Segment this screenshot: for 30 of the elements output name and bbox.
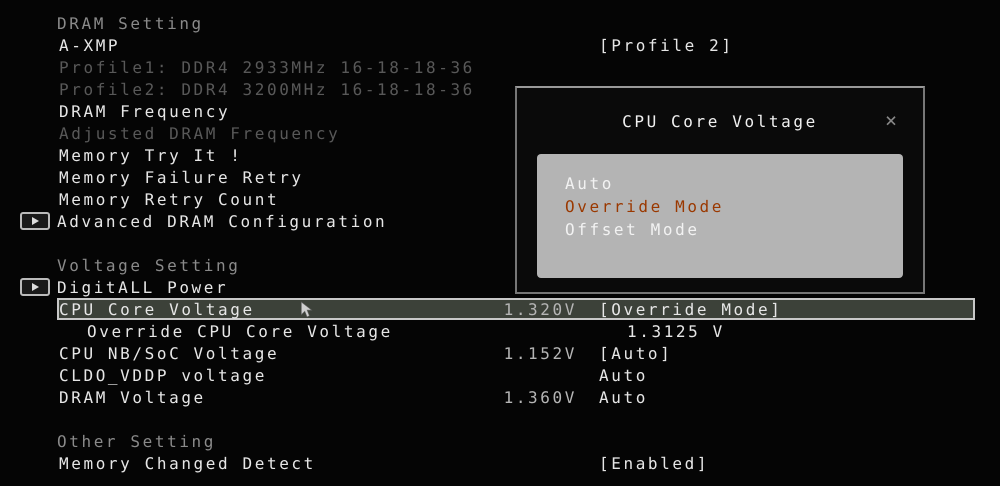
submenu-item[interactable]: DigitALL Power: [57, 278, 228, 296]
section-heading: Voltage Setting: [57, 256, 240, 274]
setting-label[interactable]: CPU Core Voltage: [59, 300, 459, 318]
dialog-title: CPU Core Voltage: [622, 112, 818, 130]
voltage-reading: 1.152V: [504, 344, 577, 362]
setting-label[interactable]: Memory Try It !: [59, 146, 459, 164]
setting-label[interactable]: CPU NB/SoC Voltage: [59, 344, 459, 362]
highlighted-setting-row[interactable]: CPU Core Voltage 1.320V [Override Mode]: [57, 298, 975, 320]
setting-value[interactable]: [Enabled]: [599, 454, 710, 472]
section-heading: Other Setting: [57, 432, 216, 450]
setting-label[interactable]: Memory Changed Detect: [59, 454, 459, 472]
close-button[interactable]: ×: [882, 108, 899, 132]
mouse-pointer-icon: [300, 301, 313, 318]
setting-value[interactable]: [Override Mode]: [599, 300, 782, 318]
voltage-reading: 1.360V: [504, 388, 577, 406]
setting-label[interactable]: A-XMP: [59, 36, 459, 54]
setting-label[interactable]: Memory Failure Retry: [59, 168, 459, 186]
setting-label[interactable]: Memory Retry Count: [59, 190, 459, 208]
setting-label[interactable]: DRAM Voltage: [59, 388, 459, 406]
section-heading: DRAM Setting: [57, 14, 204, 32]
voltage-reading: 1.320V: [504, 300, 577, 318]
submenu-item[interactable]: Advanced DRAM Configuration: [57, 212, 388, 230]
setting-label[interactable]: CLDO_VDDP voltage: [59, 366, 459, 384]
setting-label[interactable]: DRAM Frequency: [59, 102, 459, 120]
setting-value[interactable]: 1.3125 V: [627, 322, 725, 340]
setting-value[interactable]: [Auto]: [599, 344, 672, 362]
setting-value[interactable]: [Profile 2]: [599, 36, 734, 54]
setting-label[interactable]: Override CPU Core Voltage: [59, 322, 487, 340]
setting-value[interactable]: Auto: [599, 366, 648, 384]
setting-value[interactable]: Auto: [599, 388, 648, 406]
